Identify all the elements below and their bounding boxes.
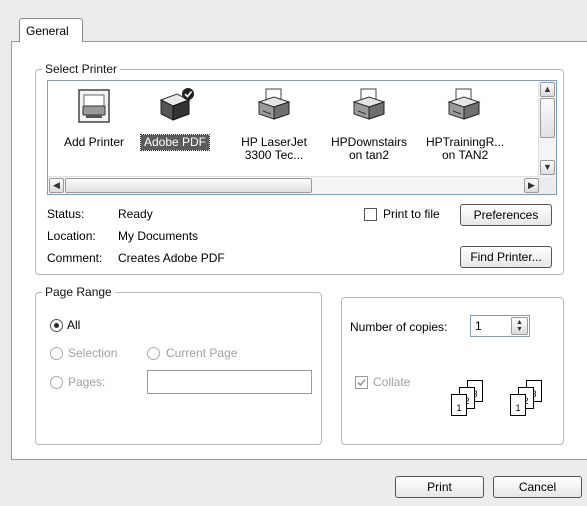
- select-printer-legend: Select Printer: [45, 62, 118, 76]
- copies-spinner[interactable]: ▲ ▼: [511, 317, 528, 335]
- scroll-down-button[interactable]: ▼: [540, 160, 555, 175]
- print-to-file-checkbox[interactable]: [364, 208, 377, 221]
- printer-icon: [447, 88, 481, 120]
- printer-item-hptraining[interactable]: HPTrainingR... on TAN2: [423, 86, 505, 163]
- pages-input[interactable]: [147, 370, 312, 394]
- chevron-up-icon: ▲: [543, 84, 552, 94]
- printer-list-horizontal-scrollbar[interactable]: ◀ ▶: [48, 176, 540, 194]
- default-printer-icon: [159, 88, 194, 121]
- print-to-file-label[interactable]: Print to file: [383, 207, 440, 221]
- copies-input[interactable]: 1 ▲ ▼: [470, 315, 530, 337]
- horizontal-scroll-thumb[interactable]: [65, 178, 312, 193]
- comment-label: Comment:: [47, 251, 103, 265]
- scroll-right-button[interactable]: ▶: [524, 178, 539, 193]
- printer-label-add-printer: Add Printer: [63, 135, 125, 149]
- printer-icon: [352, 88, 386, 120]
- page-range-legend: Page Range: [45, 285, 112, 299]
- spin-down-icon[interactable]: ▼: [512, 326, 527, 333]
- all-radio[interactable]: [50, 319, 63, 332]
- spin-up-icon[interactable]: ▲: [512, 319, 527, 326]
- find-printer-button[interactable]: Find Printer...: [460, 246, 552, 268]
- collate-page-1: 1: [510, 394, 526, 416]
- status-label: Status:: [47, 207, 85, 221]
- chevron-right-icon: ▶: [528, 180, 535, 190]
- printer-list[interactable]: Add Printer Adobe PDF HP LaserJet 3300 Te…: [47, 80, 557, 195]
- tab-general-label: General: [26, 24, 69, 38]
- scroll-left-button[interactable]: ◀: [49, 178, 64, 193]
- vertical-scroll-thumb[interactable]: [540, 98, 555, 138]
- current-page-radio-label[interactable]: Current Page: [166, 346, 237, 360]
- all-radio-label[interactable]: All: [67, 318, 80, 332]
- location-label: Location:: [47, 229, 96, 243]
- add-printer-icon: [78, 89, 110, 123]
- chevron-left-icon: ◀: [53, 180, 60, 190]
- comment-value: Creates Adobe PDF: [118, 251, 225, 265]
- selection-radio[interactable]: [50, 347, 63, 360]
- collate-pages-icon: 3 2 1: [445, 376, 495, 421]
- collate-page-1: 1: [451, 394, 467, 416]
- printer-label-adobe-pdf: Adobe PDF: [139, 134, 211, 151]
- selection-radio-label[interactable]: Selection: [68, 346, 117, 360]
- print-button[interactable]: Print: [395, 476, 484, 498]
- printer-icon: [257, 88, 291, 120]
- location-value: My Documents: [118, 229, 199, 243]
- printer-label-hptraining: HPTrainingR... on TAN2: [426, 135, 505, 162]
- cancel-button[interactable]: Cancel: [493, 476, 582, 498]
- collate-pages-icon: 3 2 1: [504, 376, 554, 421]
- printer-list-vertical-scrollbar[interactable]: ▲ ▼: [538, 81, 556, 177]
- printer-item-hpdownstairs[interactable]: HPDownstairs on tan2: [328, 86, 410, 163]
- preferences-button[interactable]: Preferences: [460, 204, 552, 226]
- printer-label-hp-laserjet: HP LaserJet 3300 Tec...: [241, 135, 307, 162]
- page-range-group: Page Range: [35, 285, 322, 445]
- radio-selected-dot: [54, 323, 59, 328]
- copies-value: 1: [475, 319, 482, 333]
- checkmark-icon: [357, 378, 366, 387]
- printer-label-hpdownstairs: HPDownstairs on tan2: [331, 135, 408, 162]
- pages-radio[interactable]: [50, 376, 63, 389]
- scrollbar-corner: [539, 177, 556, 194]
- printer-item-adobe-pdf[interactable]: Adobe PDF: [134, 86, 216, 151]
- scroll-up-button[interactable]: ▲: [540, 82, 555, 97]
- printer-item-hp-laserjet[interactable]: HP LaserJet 3300 Tec...: [233, 86, 315, 163]
- collate-label[interactable]: Collate: [373, 375, 410, 389]
- number-of-copies-label: Number of copies:: [350, 320, 448, 334]
- status-value: Ready: [118, 207, 153, 221]
- chevron-down-icon: ▼: [543, 162, 552, 172]
- printer-item-add-printer[interactable]: Add Printer: [53, 86, 135, 150]
- pages-radio-label[interactable]: Pages:: [68, 375, 105, 389]
- tab-general[interactable]: General: [19, 18, 83, 42]
- current-page-radio[interactable]: [147, 347, 160, 360]
- collate-checkbox[interactable]: [355, 376, 368, 389]
